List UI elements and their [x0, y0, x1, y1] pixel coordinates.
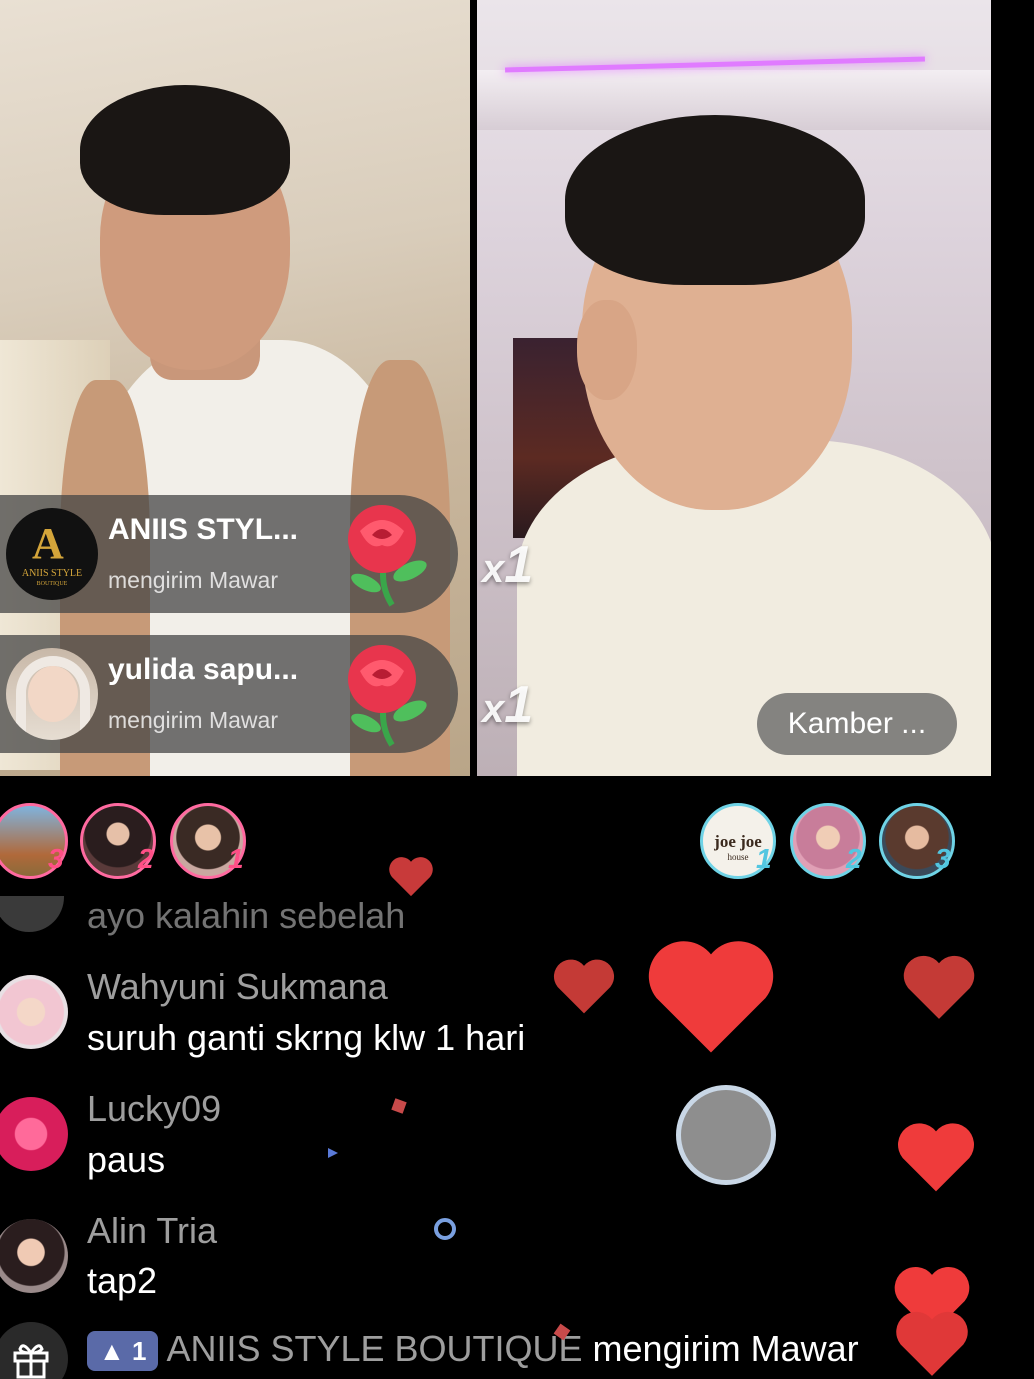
gift-box-button[interactable] — [0, 1322, 68, 1379]
avatar-hijab — [16, 656, 90, 740]
left-host-hair — [80, 85, 290, 215]
chat-message-faded: ayo kalahin sebelah — [87, 895, 406, 936]
gift-sender-avatar[interactable]: A ANIIS STYLE BOUTIQUE — [6, 508, 98, 600]
avatar-logo-text: ANIIS STYLE — [21, 568, 83, 579]
rank-number: 2 — [138, 843, 154, 874]
tap-like-button[interactable] — [676, 1085, 776, 1185]
gift-event-action: mengirim Mawar — [592, 1328, 859, 1369]
floating-heart-icon — [389, 857, 433, 897]
rank-number: 1 — [756, 843, 772, 874]
left-stream-video[interactable]: A ANIIS STYLE BOUTIQUE ANIIS STYL... men… — [0, 0, 470, 776]
right-host-ear — [577, 300, 637, 400]
chat-username[interactable]: Alin Tria — [87, 1210, 217, 1252]
video-divider — [470, 0, 477, 776]
user-level-badge: ▲ 1 — [87, 1331, 159, 1372]
floating-heart-icon — [896, 1311, 968, 1376]
chat-avatar[interactable] — [0, 1219, 68, 1293]
rose-gift-icon — [348, 645, 427, 747]
chat-username[interactable]: Lucky09 — [87, 1088, 221, 1130]
chat-message: paus — [87, 1139, 166, 1180]
rose-gift-icon — [348, 505, 427, 607]
gift-sender-name: yulida sapu... — [108, 653, 299, 686]
chat-username[interactable]: Wahyuni Sukmana — [87, 966, 388, 1008]
boutique-logo-icon: A — [32, 519, 64, 568]
gift-notification: yulida sapu... mengirim Mawar — [0, 635, 458, 753]
floating-heart-icon — [903, 955, 975, 1019]
avatar-logo-subtext: BOUTIQUE — [36, 581, 68, 587]
gift-notification: A ANIIS STYLE BOUTIQUE ANIIS STYL... men… — [0, 495, 458, 613]
chat-avatar[interactable] — [0, 896, 64, 932]
chat-avatar[interactable] — [0, 1097, 68, 1171]
chat-message: suruh ganti skrng klw 1 hari — [87, 1017, 526, 1058]
gift-combo-counter: x1 — [482, 536, 534, 594]
gift-event-message: ▲ 1 ANIIS STYLE BOUTIQUE mengirim Mawar — [87, 1328, 859, 1372]
chat-avatar[interactable] — [0, 975, 68, 1049]
gift-sender-name: ANIIS STYL... — [108, 513, 299, 546]
rank-number: 2 — [846, 843, 862, 874]
rank-number: 1 — [228, 843, 244, 874]
rank-number: 3 — [935, 843, 951, 874]
gift-combo-counter: x1 — [482, 676, 534, 734]
floating-heart-icon — [553, 959, 615, 1014]
gift-action-text: mengirim Mawar — [108, 567, 278, 593]
floating-heart-icon — [648, 941, 774, 1053]
gift-event-sender[interactable]: ANIIS STYLE BOUTIQUE — [166, 1328, 582, 1369]
confetti-particle — [391, 1098, 407, 1114]
gift-box-icon — [13, 1344, 49, 1379]
confetti-particle — [328, 1148, 338, 1158]
gift-action-text: mengirim Mawar — [108, 707, 278, 733]
level-arrow-icon: ▲ — [99, 1336, 125, 1367]
right-host-hair — [565, 115, 865, 285]
opponent-host-name[interactable]: Kamber ... — [757, 693, 957, 755]
confetti-particle — [434, 1218, 456, 1240]
chat-message: tap2 — [87, 1260, 158, 1301]
right-stream-video[interactable]: Kamber ... — [477, 0, 991, 776]
gift-sender-avatar[interactable] — [6, 648, 98, 740]
rank-number: 3 — [48, 843, 64, 874]
right-gutter — [991, 0, 1034, 776]
floating-heart-icon — [897, 1123, 975, 1192]
